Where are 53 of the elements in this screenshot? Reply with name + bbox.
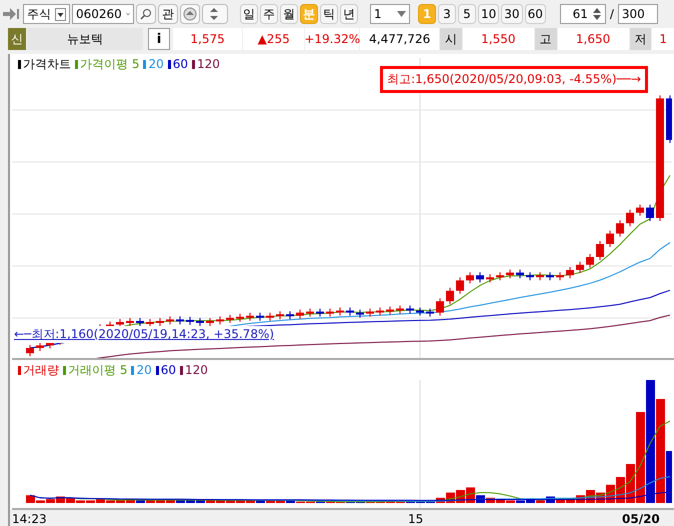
spinner-icon[interactable] <box>592 6 602 22</box>
legend-item: 60 <box>168 56 188 72</box>
time-label: 14:23 <box>12 512 47 526</box>
legend-item: 120 <box>180 362 208 378</box>
period-tab[interactable]: 일 <box>240 4 258 24</box>
credit-badge: 신 <box>8 28 26 50</box>
trade-volume: 4,477,726 <box>360 28 440 50</box>
time-label: 15 <box>408 512 424 526</box>
period-tab[interactable]: 월 <box>280 4 298 24</box>
low-price: 1 <box>652 28 674 50</box>
total-field[interactable]: 300 <box>618 4 658 24</box>
legend-item: 거래량 <box>18 362 59 378</box>
minute-tab[interactable]: 5 <box>458 4 476 24</box>
search-icon <box>140 8 152 20</box>
legend-item: 60 <box>156 362 176 378</box>
legend-item: 20 <box>131 362 152 378</box>
interest-button[interactable]: 관 <box>158 4 178 24</box>
code-field[interactable]: 060260 <box>72 4 134 24</box>
period-tab[interactable]: 틱 <box>320 4 338 24</box>
legend-item: 20 <box>143 56 164 72</box>
period-tab[interactable]: 년 <box>340 4 358 24</box>
stock-name: 뉴보텍 <box>26 28 144 50</box>
date-label: 05/20 <box>622 512 660 526</box>
minute-tab[interactable]: 30 <box>501 4 523 24</box>
open-price: 1,550 <box>462 28 534 50</box>
change-rate: +19.32% <box>305 28 360 50</box>
price-change: ▲255 <box>243 28 304 50</box>
up-down-icon[interactable] <box>202 4 228 24</box>
legend-item: 가격이평 5 <box>75 56 140 72</box>
search-button[interactable] <box>136 4 156 24</box>
period-tab[interactable]: 주 <box>260 4 278 24</box>
info-button[interactable]: i <box>148 28 170 50</box>
minute-tab[interactable]: 60 <box>524 4 546 24</box>
arrow-icon[interactable] <box>3 8 19 20</box>
high-label: 고 <box>534 28 557 50</box>
high-price: 1,650 <box>558 28 629 50</box>
low-annotation: ←─최저:1,160(2020/05/19,14:23, +35.78%) <box>14 326 274 343</box>
legend-item: 120 <box>192 56 220 72</box>
separator-text: / <box>608 7 615 21</box>
current-price: 1,575 <box>173 28 242 50</box>
minute-tab[interactable]: 10 <box>478 4 500 24</box>
low-label: 저 <box>630 28 652 50</box>
count-field[interactable]: 61 <box>560 4 606 24</box>
open-label: 시 <box>440 28 462 50</box>
minute-tab[interactable]: 3 <box>438 4 456 24</box>
dropdown-icon[interactable] <box>55 8 66 20</box>
interval-dropdown[interactable]: 1 <box>370 4 410 24</box>
high-annotation: 최고:1,650(2020/05/20,09:03, -4.55%)──→ <box>380 66 648 93</box>
eject-icon[interactable] <box>180 4 200 24</box>
legend-item: 가격차트 <box>18 56 71 72</box>
market-dropdown[interactable]: 주식 <box>23 4 70 24</box>
legend-item: 거래이평 5 <box>63 362 128 378</box>
chevron-down-icon[interactable] <box>126 11 130 17</box>
